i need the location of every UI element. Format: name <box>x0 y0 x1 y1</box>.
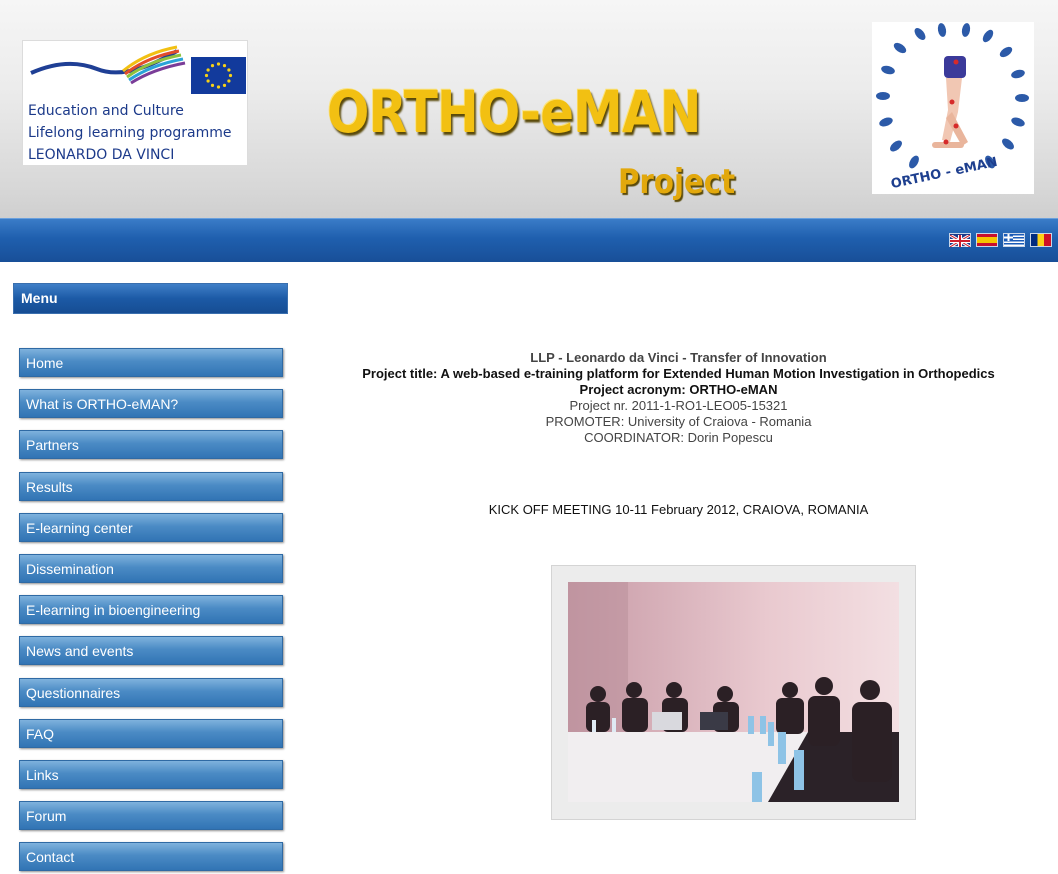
nav-bar <box>0 218 1058 262</box>
eu-logo-line-1: Education and Culture <box>28 103 184 119</box>
greece-flag-icon[interactable] <box>1003 233 1025 247</box>
project-promoter: PROMOTER: University of Craiova - Romani… <box>545 414 812 429</box>
kickoff-meeting-caption: KICK OFF MEETING 10-11 February 2012, CR… <box>488 502 869 517</box>
language-switcher <box>949 233 1052 249</box>
site-subtitle: Project <box>618 162 736 202</box>
eu-programme-logo: Education and Culture Lifelong learning … <box>22 40 248 166</box>
spain-flag-icon[interactable] <box>976 233 998 247</box>
menu-header: Menu <box>13 283 288 314</box>
menu-item-links[interactable]: Links <box>19 760 283 789</box>
menu-item-e-learning-center[interactable]: E-learning center <box>19 513 283 542</box>
eu-logo-line-2: Lifelong learning programme <box>28 125 232 141</box>
romania-flag-icon[interactable] <box>1030 233 1052 247</box>
eu-flag-icon <box>191 57 246 94</box>
programme-line: LLP - Leonardo da Vinci - Transfer of In… <box>530 350 827 365</box>
eu-logo-line-3: LEONARDO DA VINCI <box>28 147 175 163</box>
menu-item-dissemination[interactable]: Dissemination <box>19 554 283 583</box>
menu-item-partners[interactable]: Partners <box>19 430 283 459</box>
meeting-photo-frame <box>551 565 916 820</box>
site-title: ORTHO-eMAN <box>327 78 701 146</box>
menu-item-what-is[interactable]: What is ORTHO-eMAN? <box>19 389 283 418</box>
project-title: Project title: A web-based e-training pl… <box>362 366 995 381</box>
project-number: Project nr. 2011-1-RO1-LEO05-15321 <box>569 398 788 413</box>
menu-item-e-learning-bioengineering[interactable]: E-learning in bioengineering <box>19 595 283 624</box>
project-coordinator: COORDINATOR: Dorin Popescu <box>584 430 773 445</box>
project-logo: ORTHO - eMAN <box>872 22 1034 194</box>
menu-item-home[interactable]: Home <box>19 348 283 377</box>
eu-swoosh-icon <box>30 45 186 85</box>
menu-item-results[interactable]: Results <box>19 472 283 501</box>
uk-flag-icon[interactable] <box>949 233 971 249</box>
menu-item-news-events[interactable]: News and events <box>19 636 283 665</box>
menu-item-faq[interactable]: FAQ <box>19 719 283 748</box>
project-info: LLP - Leonardo da Vinci - Transfer of In… <box>300 350 1057 446</box>
project-acronym: Project acronym: ORTHO-eMAN <box>579 382 778 397</box>
site-header: Education and Culture Lifelong learning … <box>0 0 1058 218</box>
meeting-photo <box>568 582 899 802</box>
menu-item-forum[interactable]: Forum <box>19 801 283 830</box>
menu-item-questionnaires[interactable]: Questionnaires <box>19 678 283 707</box>
menu-item-contact[interactable]: Contact <box>19 842 283 871</box>
